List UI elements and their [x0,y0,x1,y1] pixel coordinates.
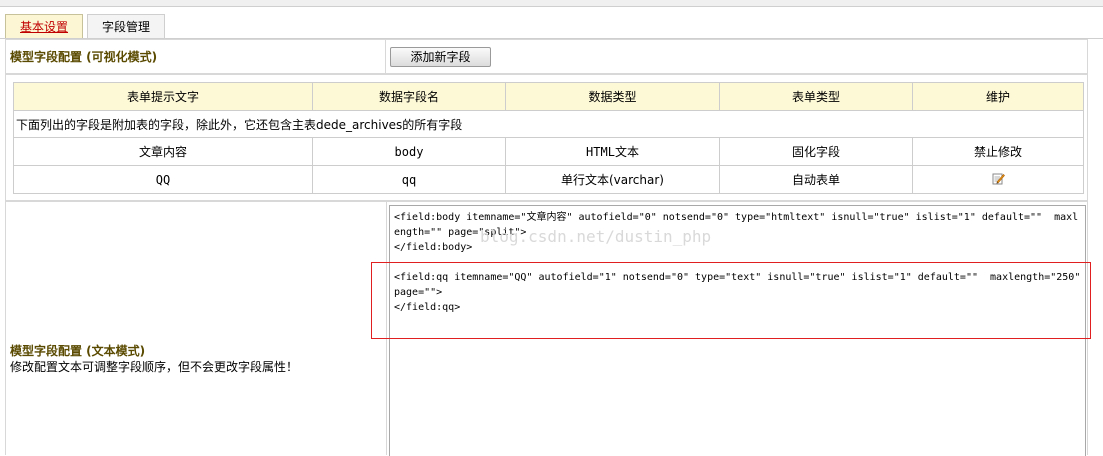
header-label: 表单提示文字 [13,82,313,111]
row-label: QQ [13,165,313,194]
row-action: 禁止修改 [912,137,1084,166]
table-note-row: 下面列出的字段是附加表的字段，除此外，它还包含主表dede_archives的所… [13,110,1084,138]
visual-mode-title: 模型字段配置 (可视化模式) [10,50,158,64]
row-form-type: 固化字段 [719,137,913,166]
table-note: 下面列出的字段是附加表的字段，除此外，它还包含主表dede_archives的所… [13,110,1084,138]
header-form-type: 表单类型 [719,82,913,111]
fields-table-panel: 表单提示文字 数据字段名 数据类型 表单类型 维护 下面列出的字段是附加表的字段… [5,74,1088,201]
field-config-textarea[interactable]: <field:body itemname="文章内容" autofield="0… [389,205,1086,456]
code-line: </field:qq> [394,302,461,313]
table-header-row: 表单提示文字 数据字段名 数据类型 表单类型 维护 [13,82,1084,111]
row-action [912,165,1084,194]
header-data-type: 数据类型 [505,82,720,111]
visual-mode-header: 模型字段配置 (可视化模式) 添加新字段 [5,39,1088,74]
code-line: <field:qq itemname="QQ" autofield="1" no… [394,272,1081,283]
row-form-type: 自动表单 [719,165,913,194]
tab-basic-settings-label: 基本设置 [20,20,69,34]
add-field-cell: 添加新字段 [386,40,1087,73]
row-field: body [312,137,506,166]
row-label: 文章内容 [13,137,313,166]
visual-mode-title-cell: 模型字段配置 (可视化模式) [6,40,386,73]
fields-table: 表单提示文字 数据字段名 数据类型 表单类型 维护 下面列出的字段是附加表的字段… [13,82,1084,194]
code-line: ength="" page="split"> [394,227,527,238]
text-mode-title: 模型字段配置 (文本模式) [10,344,146,358]
code-line: <field:body itemname="文章内容" autofield="0… [394,212,1079,223]
row-data-type: 单行文本(varchar) [505,165,720,194]
tab-field-management-label: 字段管理 [102,20,151,34]
row-data-type: HTML文本 [505,137,720,166]
top-bar [0,0,1103,7]
text-mode-label-panel: 模型字段配置 (文本模式) 修改配置文本可调整字段顺序，但不会更改字段属性！ [5,201,387,455]
add-field-button[interactable]: 添加新字段 [390,46,491,67]
code-line: page=""> [394,287,443,298]
code-line: </field:body> [394,242,473,253]
row-field: qq [312,165,506,194]
table-row: QQ qq 单行文本(varchar) 自动表单 [13,165,1084,194]
header-maintenance: 维护 [912,82,1084,111]
tab-field-management[interactable]: 字段管理 [87,14,166,38]
text-mode-editor-panel: <field:body itemname="文章内容" autofield="0… [387,201,1088,456]
table-row: 文章内容 body HTML文本 固化字段 禁止修改 [13,137,1084,166]
header-field-name: 数据字段名 [312,82,506,111]
text-mode-description: 模型字段配置 (文本模式) 修改配置文本可调整字段顺序，但不会更改字段属性！ [10,343,298,375]
tab-bar: 基本设置 字段管理 [5,14,169,40]
edit-icon[interactable] [992,172,1005,188]
tab-basic-settings[interactable]: 基本设置 [5,14,84,38]
text-mode-hint: 修改配置文本可调整字段顺序，但不会更改字段属性！ [10,360,299,374]
